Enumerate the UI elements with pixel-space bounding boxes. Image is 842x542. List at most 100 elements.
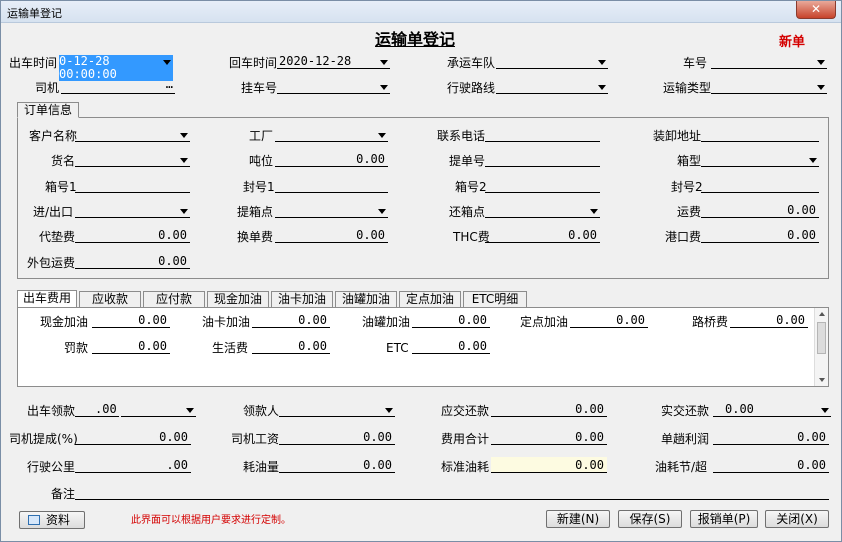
status-badge: 新单 xyxy=(779,35,806,50)
window: 运输单登记 ✕ 运输单登记 新单 出车时间 0-12-28 00:00:00 回… xyxy=(0,0,842,542)
import-export-label: 进/出口 xyxy=(33,205,74,219)
chevron-down-icon xyxy=(380,85,388,90)
actual-select[interactable]: 0.00 xyxy=(713,403,831,417)
fleet-select[interactable] xyxy=(496,55,608,69)
route-label: 行驶路线 xyxy=(447,81,496,95)
toll-input[interactable]: 0.00 xyxy=(730,314,808,328)
tab-departure-expense[interactable]: 出车费用 xyxy=(17,290,77,307)
chevron-down-icon xyxy=(163,60,171,65)
std-fuel-input[interactable]: 0.00 xyxy=(491,457,607,473)
seal2-input[interactable] xyxy=(701,179,819,193)
tab-tank-fuel[interactable]: 油罐加油 xyxy=(335,291,397,307)
tonnage-input[interactable]: 0.00 xyxy=(275,153,388,167)
tab-receivable[interactable]: 应收款 xyxy=(79,291,141,307)
factory-select[interactable] xyxy=(275,128,388,142)
driver-browse-button[interactable]: … xyxy=(166,78,173,91)
freight-input[interactable]: 0.00 xyxy=(701,204,819,218)
expense-report-button[interactable]: 报销单(P) xyxy=(690,510,758,528)
profit-input[interactable]: 0.00 xyxy=(713,431,829,445)
tank-fuel-input[interactable]: 0.00 xyxy=(412,314,490,328)
data-button[interactable]: 资料 xyxy=(19,511,85,529)
receiver-select[interactable] xyxy=(279,403,395,417)
chevron-down-icon xyxy=(385,408,393,413)
std-fuel-label: 标准油耗 xyxy=(441,460,490,474)
scroll-down-icon[interactable] xyxy=(819,378,825,382)
depart-time-value: 0-12-28 00:00:00 xyxy=(59,55,173,81)
draw-amount-input[interactable]: .00 xyxy=(75,403,119,417)
chevron-down-icon xyxy=(809,158,817,163)
toll-label: 路桥费 xyxy=(692,315,729,329)
bill-label: 提单号 xyxy=(449,154,486,168)
customer-select[interactable] xyxy=(75,128,190,142)
driver-field[interactable]: … xyxy=(61,78,175,94)
return-time-label: 回车时间 xyxy=(229,56,278,70)
due-input[interactable]: 0.00 xyxy=(491,403,607,417)
total-input[interactable]: 0.00 xyxy=(491,431,607,445)
save-button[interactable]: 保存(S) xyxy=(618,510,682,528)
close-button[interactable]: 关闭(X) xyxy=(765,510,829,528)
etc-input[interactable]: 0.00 xyxy=(412,340,490,354)
close-window-button[interactable]: ✕ xyxy=(796,1,836,19)
depart-time-label: 出车时间 xyxy=(9,56,58,70)
plate-label: 车号 xyxy=(683,56,708,70)
panel-scrollbar[interactable] xyxy=(814,308,828,386)
box2-label: 箱号2 xyxy=(455,180,487,194)
order-info-tab[interactable]: 订单信息 xyxy=(17,102,80,118)
scroll-thumb[interactable] xyxy=(817,322,826,354)
box-type-select[interactable] xyxy=(701,153,819,167)
phone-input[interactable] xyxy=(485,128,600,142)
fuel-saving-label: 油耗节/超 xyxy=(655,460,708,474)
seal1-input[interactable] xyxy=(275,179,388,193)
route-select[interactable] xyxy=(496,80,608,94)
port-fee-input[interactable]: 0.00 xyxy=(701,229,819,243)
pickup-select[interactable] xyxy=(275,204,388,218)
new-button[interactable]: 新建(N) xyxy=(546,510,610,528)
chevron-down-icon xyxy=(180,209,188,214)
cash-fuel-input[interactable]: 0.00 xyxy=(92,314,170,328)
total-label: 费用合计 xyxy=(441,432,490,446)
commission-input[interactable]: 0.00 xyxy=(75,431,191,445)
tonnage-label: 吨位 xyxy=(249,154,274,168)
living-input[interactable]: 0.00 xyxy=(252,340,330,354)
draw-select[interactable] xyxy=(121,403,196,417)
km-input[interactable]: .00 xyxy=(75,459,191,473)
trailer-select[interactable] xyxy=(277,80,390,94)
tab-payable[interactable]: 应付款 xyxy=(143,291,205,307)
address-label: 装卸地址 xyxy=(653,129,702,143)
depart-time-picker[interactable]: 0-12-28 00:00:00 xyxy=(59,55,173,81)
plate-select[interactable] xyxy=(711,55,827,69)
driver-label: 司机 xyxy=(35,81,60,95)
note-input[interactable] xyxy=(75,486,829,500)
bill-input[interactable] xyxy=(485,153,600,167)
box2-input[interactable] xyxy=(485,179,600,193)
tab-etc-detail[interactable]: ETC明细 xyxy=(463,291,527,307)
fuel-saving-input[interactable]: 0.00 xyxy=(713,459,829,473)
tab-cash-fuel[interactable]: 现金加油 xyxy=(207,291,269,307)
thc-input[interactable]: 0.00 xyxy=(485,229,600,243)
fixed-fuel-input[interactable]: 0.00 xyxy=(570,314,648,328)
chevron-down-icon xyxy=(180,133,188,138)
customer-label: 客户名称 xyxy=(29,129,78,143)
transport-type-select[interactable] xyxy=(711,80,827,94)
actual-label: 实交还款 xyxy=(661,404,710,418)
exchange-input[interactable]: 0.00 xyxy=(275,229,388,243)
advance-input[interactable]: 0.00 xyxy=(75,229,190,243)
return-point-select[interactable] xyxy=(485,204,600,218)
box1-input[interactable] xyxy=(75,179,190,193)
fine-input[interactable]: 0.00 xyxy=(92,340,170,354)
fuel-input[interactable]: 0.00 xyxy=(279,459,395,473)
address-input[interactable] xyxy=(701,128,819,142)
import-export-select[interactable] xyxy=(75,204,190,218)
return-time-picker[interactable]: 2020-12-28 xyxy=(277,55,390,69)
outsource-input[interactable]: 0.00 xyxy=(75,255,190,269)
cash-fuel-label: 现金加油 xyxy=(40,315,89,329)
goods-select[interactable] xyxy=(75,153,190,167)
chevron-down-icon xyxy=(378,209,386,214)
card-fuel-input[interactable]: 0.00 xyxy=(252,314,330,328)
tab-card-fuel[interactable]: 油卡加油 xyxy=(271,291,333,307)
living-label: 生活费 xyxy=(212,341,249,355)
chevron-down-icon xyxy=(180,158,188,163)
wage-input[interactable]: 0.00 xyxy=(279,431,395,445)
scroll-up-icon[interactable] xyxy=(819,312,825,316)
tab-fixed-fuel[interactable]: 定点加油 xyxy=(399,291,461,307)
